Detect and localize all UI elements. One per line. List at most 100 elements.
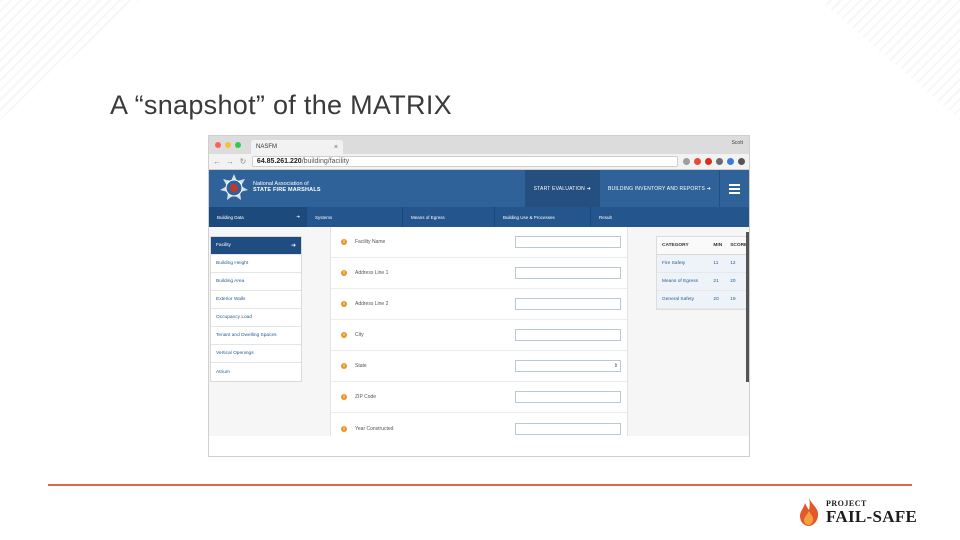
close-tab-icon[interactable]: × [334,144,338,151]
close-window-icon[interactable] [215,142,221,148]
pinterest-icon[interactable] [705,158,712,165]
form-row: ! Facility Name [331,227,627,258]
field-label: City [355,332,364,338]
minimize-window-icon[interactable] [225,142,231,148]
form-row: ! City [331,320,627,351]
category-cell: Fire Safety [662,261,686,266]
state-select[interactable]: ⇕ [515,360,621,372]
score-table-header: CATEGORY MIN SCORE [657,237,748,255]
header-actions: START EVALUATION ➜ BUILDING INVENTORY AN… [524,170,749,207]
app-header: National Association of STATE FIRE MARSH… [209,170,749,207]
column-header: MIN [713,243,723,248]
org-name-line2: STATE FIRE MARSHALS [253,187,321,194]
sidebar-item-tenant-spaces[interactable]: Tenant and Dwelling Spaces [211,327,301,345]
sidebar-item-label: Tenant and Dwelling Spaces [216,333,277,338]
footer-divider [48,484,912,486]
tab-label: Systems [315,214,333,220]
url-host: 64.85.261.220 [256,158,302,165]
sidebar-item-occupancy-load[interactable]: Occupancy Load [211,309,301,327]
start-evaluation-button[interactable]: START EVALUATION ➜ [524,170,599,207]
form-row: ! ZIP Code [331,382,627,413]
flame-icon [800,498,819,526]
sidebar-item-facility[interactable]: Facility ➜ [211,237,301,255]
sidebar-item-atrium[interactable]: Atrium [211,363,301,381]
sidebar-item-vertical-openings[interactable]: Vertical Openings [211,345,301,363]
window-controls [215,142,241,148]
building-inventory-button[interactable]: BUILDING INVENTORY AND REPORTS ➜ [598,170,719,207]
bookmark-star-icon[interactable] [683,158,690,165]
back-icon[interactable]: ← [213,157,221,166]
extension-icon[interactable] [727,158,734,165]
warning-icon: ! [341,363,347,369]
warning-icon: ! [341,425,347,432]
field-label: ZIP Code [355,394,377,400]
project-fail-safe-logo: PROJECT FAIL-SAFE [798,496,917,528]
nasfm-badge-icon[interactable] [219,173,249,203]
tab-title: NASFM [256,144,277,150]
year-constructed-input[interactable] [515,422,621,435]
sidebar-item-building-area[interactable]: Building Area [211,273,301,291]
tab-label: Building Data [217,214,244,220]
form-row: ! Address Line 1 [331,258,627,289]
table-row[interactable]: General Safety 20 19 [657,291,748,309]
facility-form: ! Facility Name ! Address Line 1 ! Addre… [330,227,628,436]
facility-name-input[interactable] [515,236,621,248]
score-table: CATEGORY MIN SCORE Fire Safety 11 12 Mea… [656,236,749,310]
forward-icon[interactable]: → [226,157,234,166]
form-row: ! Address Line 2 [331,289,627,320]
warning-icon: ! [341,301,347,307]
hamburger-menu-icon[interactable] [719,170,749,207]
sidebar-item-label: Vertical Openings [216,351,254,356]
reload-icon[interactable]: ↻ [239,157,247,166]
browser-tab-bar: NASFM × Scott [209,136,749,154]
field-label: State [355,363,367,369]
tab-label: Result [599,214,612,220]
scrollbar[interactable] [746,232,749,382]
arrow-right-icon: ➜ [296,214,300,219]
field-label: Address Line 2 [355,301,389,307]
sidebar-item-building-height[interactable]: Building Height [211,255,301,273]
min-cell: 20 [713,297,719,302]
browser-tab[interactable]: NASFM × [251,140,343,154]
tab-means-of-egress[interactable]: Means of Egress [403,207,495,227]
maximize-window-icon[interactable] [235,142,241,148]
table-row[interactable]: Fire Safety 11 12 [657,255,748,273]
section-tabs: Building Data ➜ Systems Means of Egress … [209,207,749,227]
extension-icon[interactable] [716,158,723,165]
address-line-1-input[interactable] [515,267,621,279]
extension-icons [683,158,745,165]
background-texture-right [820,0,960,120]
warning-icon: ! [341,239,347,245]
logo-line2: FAIL-SAFE [826,506,918,526]
tab-building-data[interactable]: Building Data ➜ [209,207,307,227]
sidebar-item-label: Building Area [216,279,245,284]
category-cell: General Safety [662,297,694,302]
address-line-2-input[interactable] [515,298,621,310]
profile-name[interactable]: Scott [732,140,743,146]
extension-icon[interactable] [694,158,701,165]
slide-title: A “snapshot” of the MATRIX [110,90,452,120]
url-path: /building/facility [301,158,350,165]
address-bar[interactable]: 64.85.261.220/building/facility [251,156,678,167]
arrow-right-icon: ➜ [290,243,296,249]
app-screenshot: NASFM × Scott ← → ↻ 64.85.261.220/buildi… [209,136,749,456]
city-input[interactable] [515,329,621,341]
min-cell: 11 [713,261,719,266]
sidebar-item-exterior-walls[interactable]: Exterior Walls [211,291,301,309]
field-label: Facility Name [355,239,386,245]
browser-toolbar: ← → ↻ 64.85.261.220/building/facility [209,154,749,170]
tab-result[interactable]: Result [591,207,749,227]
tab-systems[interactable]: Systems [307,207,403,227]
field-label: Year Constructed [355,425,394,432]
sidebar-item-label: Facility [216,243,231,248]
form-row: ! State ⇕ [331,351,627,382]
zip-code-input[interactable] [515,391,621,403]
sidebar-item-label: Building Height [216,261,249,266]
column-header: CATEGORY [662,243,689,248]
table-row[interactable]: Means of Egress 21 20 [657,273,748,291]
category-cell: Means of Egress [662,279,698,284]
browser-menu-icon[interactable] [738,158,745,165]
tab-building-use[interactable]: Building Use & Processes [495,207,591,227]
sidebar-item-label: Atrium [216,369,230,375]
form-row: ! Year Constructed [331,413,627,444]
